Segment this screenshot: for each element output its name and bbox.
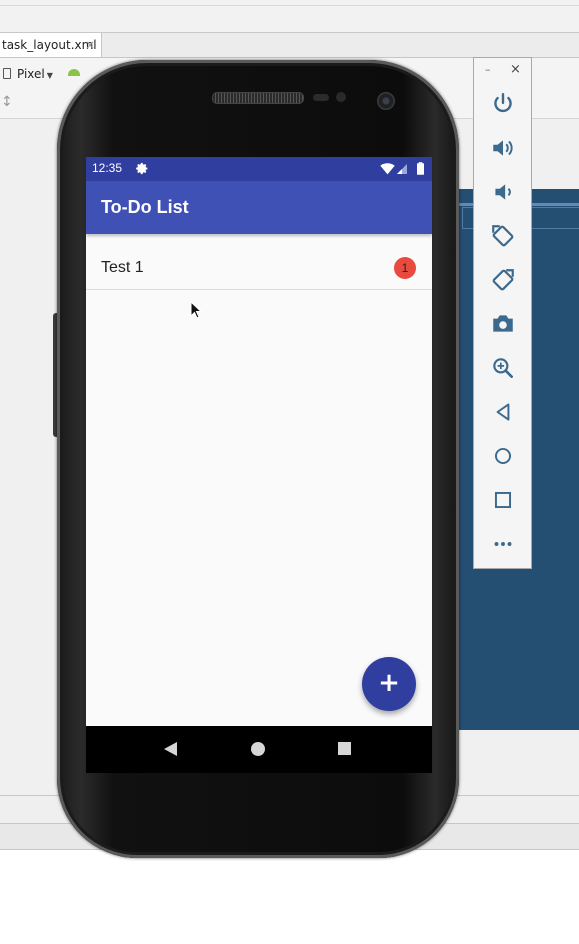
nav-home-icon[interactable] xyxy=(251,742,265,756)
front-camera xyxy=(377,92,395,110)
more-icon[interactable] xyxy=(490,531,516,557)
navigation-bar xyxy=(86,726,432,773)
proximity-sensor xyxy=(313,94,329,101)
rotate-left-icon[interactable] xyxy=(490,223,516,249)
device-selector[interactable]: Pixel ▼ xyxy=(3,67,53,81)
mouse-cursor-icon xyxy=(190,301,202,319)
file-tab-task-layout[interactable]: task_layout.xml × xyxy=(0,33,102,57)
minimize-icon[interactable]: – xyxy=(485,63,491,76)
list-item[interactable]: Test 1 1 xyxy=(86,249,432,290)
task-count-badge: 1 xyxy=(394,257,416,279)
volume-up-icon[interactable] xyxy=(490,135,516,161)
status-time: 12:35 xyxy=(92,161,123,175)
device-screen: 12:35 To-Do List Test 1 1 + xyxy=(86,157,432,773)
volume-down-icon[interactable] xyxy=(490,179,516,205)
app-title: To-Do List xyxy=(101,197,189,217)
phone-icon xyxy=(3,68,11,79)
cell-signal-icon xyxy=(397,164,407,174)
resize-icon[interactable]: ↕ xyxy=(1,94,13,110)
task-label: Test 1 xyxy=(101,259,144,276)
chevron-down-icon: ▼ xyxy=(46,71,53,80)
back-icon[interactable] xyxy=(490,399,516,425)
ide-menu-bar xyxy=(0,0,579,33)
close-tab-icon[interactable]: × xyxy=(85,33,95,57)
rotate-right-icon[interactable] xyxy=(490,267,516,293)
battery-icon xyxy=(417,162,424,175)
earpiece-speaker xyxy=(212,92,304,104)
add-task-fab[interactable]: + xyxy=(362,657,416,711)
power-icon[interactable] xyxy=(490,91,516,117)
gear-icon xyxy=(136,162,148,175)
close-icon[interactable]: × xyxy=(510,62,521,77)
nav-back-icon[interactable] xyxy=(164,742,177,756)
camera-icon[interactable] xyxy=(490,311,516,337)
nav-recents-icon[interactable] xyxy=(338,742,351,755)
device-selector-label: Pixel xyxy=(17,67,45,81)
file-tab-label: task_layout.xml xyxy=(2,38,97,52)
wifi-icon xyxy=(380,163,395,175)
home-icon[interactable] xyxy=(490,443,516,469)
status-bar: 12:35 xyxy=(86,157,432,181)
android-icon[interactable] xyxy=(68,69,80,76)
editor-tab-bar: task_layout.xml × xyxy=(0,33,579,58)
light-sensor xyxy=(336,92,346,102)
zoom-icon[interactable] xyxy=(490,355,516,381)
emulator-toolbar-titlebar: – × xyxy=(474,58,531,84)
emulator-toolbar: – × xyxy=(473,57,532,569)
overview-icon[interactable] xyxy=(490,487,516,513)
app-bar: To-Do List xyxy=(86,181,432,234)
